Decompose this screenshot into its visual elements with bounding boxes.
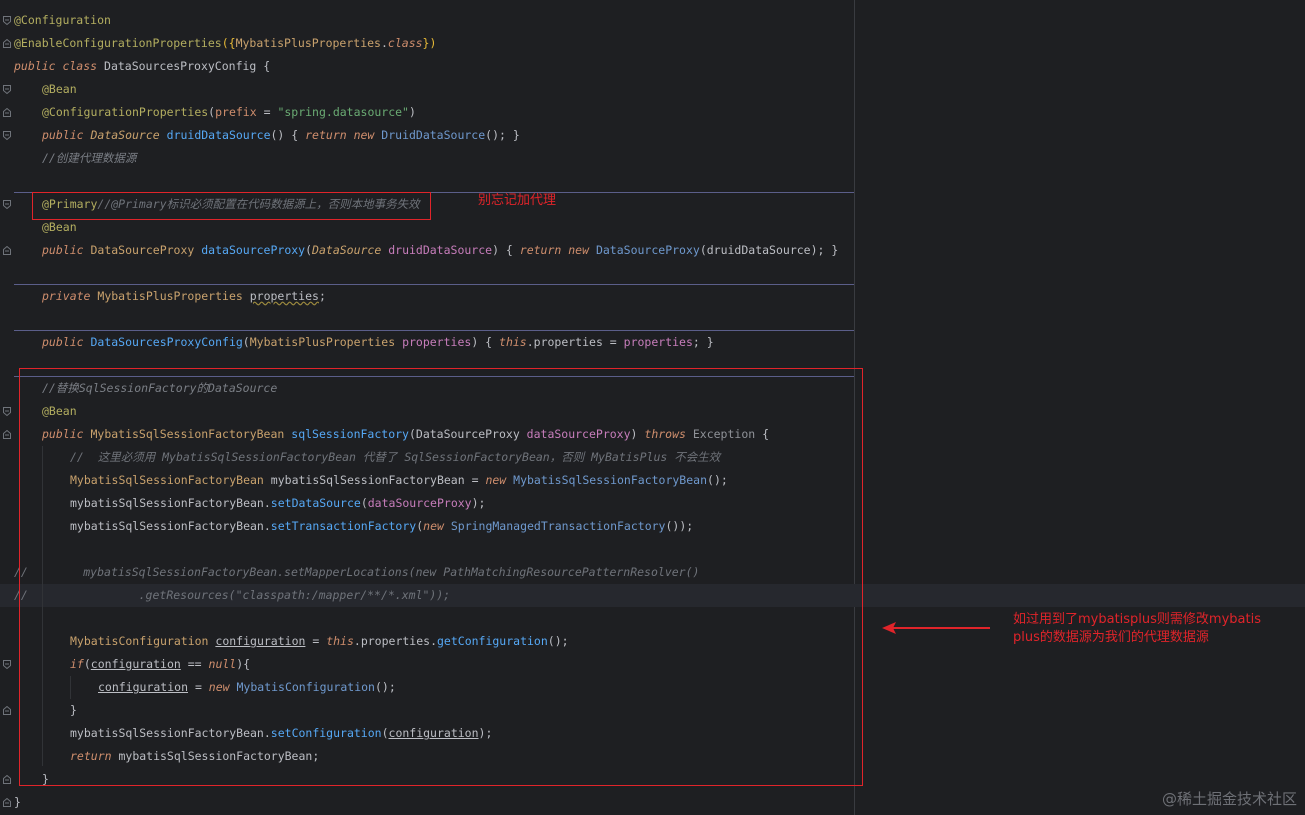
code-line[interactable]: } xyxy=(14,791,21,814)
param: properties xyxy=(623,335,693,349)
fold-icon[interactable] xyxy=(3,407,11,416)
bracket: ({ xyxy=(221,36,236,50)
type: MybatisPlusProperties xyxy=(97,289,250,303)
fold-icon[interactable] xyxy=(3,39,11,48)
sqlsession-highlight-box xyxy=(19,368,863,786)
type: DataSource xyxy=(90,128,167,142)
punct: . xyxy=(380,36,388,50)
punct: = xyxy=(256,105,278,119)
constructor-name: DataSourcesProxyConfig xyxy=(90,335,243,349)
keyword: return new xyxy=(305,128,382,142)
fold-icon[interactable] xyxy=(3,660,11,669)
code-line[interactable]: private MybatisPlusProperties properties… xyxy=(42,285,326,308)
fold-icon[interactable] xyxy=(3,246,11,255)
fold-icon[interactable] xyxy=(3,16,11,25)
punct: ( xyxy=(242,335,250,349)
method-name: dataSourceProxy xyxy=(201,243,306,257)
string: "spring.datasource" xyxy=(277,105,409,119)
bracket: }) xyxy=(422,36,437,50)
punct: ) { xyxy=(471,335,500,349)
code-line[interactable]: public class DataSourcesProxyConfig { xyxy=(14,55,270,78)
param: properties xyxy=(402,335,472,349)
punct: ; } xyxy=(692,335,714,349)
code-line[interactable]: @ConfigurationProperties(prefix = "sprin… xyxy=(42,101,416,124)
watermark: @稀土掘金技术社区 xyxy=(1161,790,1297,808)
punct: (); } xyxy=(485,128,520,142)
punct: (druidDataSource); } xyxy=(699,243,839,257)
punct: ; xyxy=(318,289,326,303)
code-line[interactable]: @Bean xyxy=(42,78,77,101)
keyword: public xyxy=(42,243,91,257)
punct: () { xyxy=(270,128,306,142)
type: DataSource xyxy=(312,243,389,257)
punct: ) { xyxy=(492,243,520,257)
fold-icon[interactable] xyxy=(3,798,11,807)
param: druidDataSource xyxy=(388,243,493,257)
ide-window: { "lines": { "l1": "@Configuration", "l2… xyxy=(0,0,1305,815)
code-line[interactable]: @EnableConfigurationProperties({MybatisP… xyxy=(14,32,436,55)
class-ref: DruidDataSource xyxy=(381,128,486,142)
code-line[interactable]: public DataSource druidDataSource() { re… xyxy=(42,124,520,147)
fold-icon[interactable] xyxy=(3,430,11,439)
punct: { xyxy=(256,59,271,73)
comment: //创建代理数据源 xyxy=(42,151,137,165)
method-name: druidDataSource xyxy=(166,128,271,142)
keyword: private xyxy=(42,289,98,303)
keyword: public xyxy=(42,128,91,142)
annotation: @EnableConfigurationProperties xyxy=(14,36,222,50)
punct: ( xyxy=(305,243,313,257)
code-line[interactable]: public DataSourceProxy dataSourceProxy(D… xyxy=(42,239,838,262)
fold-icon[interactable] xyxy=(3,775,11,784)
annotation: @Bean xyxy=(42,82,77,96)
code-line[interactable]: public DataSourcesProxyConfig(MybatisPlu… xyxy=(42,331,714,354)
primary-highlight-box xyxy=(32,192,431,220)
fold-icon[interactable] xyxy=(3,131,11,140)
note-mybatis-line1: 如过用到了mybatisplus则需修改mybatis xyxy=(1013,612,1261,627)
fold-icon[interactable] xyxy=(3,85,11,94)
annotation: @Configuration xyxy=(14,13,111,27)
class-name: DataSourcesProxyConfig xyxy=(104,59,257,73)
field-name: properties xyxy=(249,289,319,303)
note-proxy: 别忘记加代理 xyxy=(478,193,557,208)
keyword: return new xyxy=(519,243,596,257)
arrow-left-icon xyxy=(882,622,990,634)
annotation: @Bean xyxy=(42,220,77,234)
code-line[interactable]: //创建代理数据源 xyxy=(42,147,136,170)
type: MybatisPlusProperties xyxy=(249,335,403,349)
fold-icon[interactable] xyxy=(3,706,11,715)
type: DataSourceProxy xyxy=(90,243,202,257)
punct: ) xyxy=(409,105,416,119)
class-ref: MybatisPlusProperties xyxy=(235,36,381,50)
keyword: class xyxy=(387,36,423,50)
param-name: prefix xyxy=(215,105,257,119)
fold-icon[interactable] xyxy=(3,108,11,117)
annotation: @ConfigurationProperties xyxy=(42,105,209,119)
keyword: public class xyxy=(14,59,105,73)
fold-icon[interactable] xyxy=(3,200,11,209)
keyword: this xyxy=(499,335,527,349)
note-mybatis-line2: plus的数据源为我们的代理数据源 xyxy=(1013,630,1209,645)
class-ref: DataSourceProxy xyxy=(595,243,700,257)
keyword: public xyxy=(42,335,91,349)
field-ref: .properties = xyxy=(526,335,624,349)
code-line[interactable]: @Configuration xyxy=(14,9,111,32)
punct: } xyxy=(14,795,21,809)
